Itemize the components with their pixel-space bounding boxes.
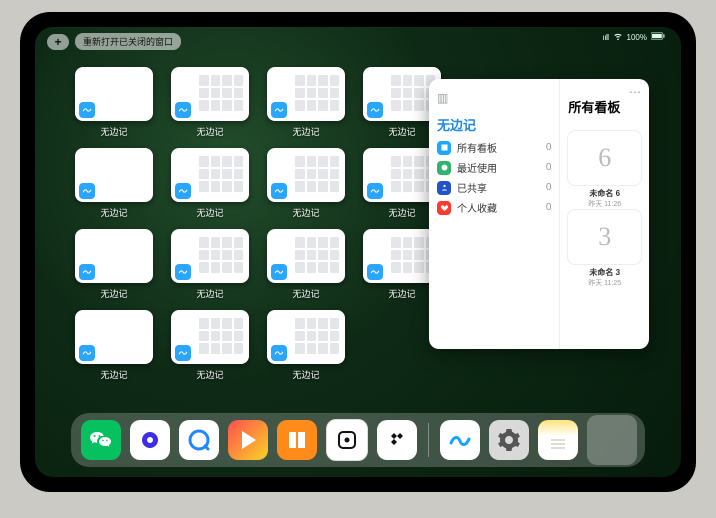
nav-count: 0	[546, 202, 552, 213]
status-bar: ııll 100%	[603, 31, 665, 43]
app-window-label: 无边记	[100, 125, 127, 138]
app-window-label: 无边记	[196, 125, 223, 138]
nav-label: 所有看板	[457, 140, 497, 155]
app-window-label: 无边记	[388, 206, 415, 219]
battery-text: 100%	[627, 33, 647, 42]
board-subtitle: 昨天 11:25	[588, 278, 621, 288]
app-window-label: 无边记	[100, 368, 127, 381]
dock-freeform-icon[interactable]	[440, 420, 480, 460]
app-window-label: 无边记	[292, 368, 319, 381]
freeform-icon	[271, 264, 287, 280]
freeform-sidebar: ▥ 无边记 所有看板 0 最近使用 0 已共享 0 个人收藏 0	[429, 79, 560, 349]
freeform-icon	[271, 102, 287, 118]
app-window-thumb[interactable]: 无边记	[171, 229, 249, 300]
app-window-label: 无边记	[388, 125, 415, 138]
app-switcher-grid: 无边记 无边记 无边记 无边记 无边记 无边记	[75, 67, 435, 381]
freeform-icon	[367, 183, 383, 199]
freeform-icon	[79, 345, 95, 361]
nav-label: 已共享	[457, 180, 487, 195]
freeform-icon	[79, 264, 95, 280]
freeform-icon	[367, 102, 383, 118]
app-window-thumb[interactable]: 无边记	[171, 148, 249, 219]
app-window-thumb[interactable]: 无边记	[75, 67, 153, 138]
app-window-thumb[interactable]: 无边记	[267, 67, 345, 138]
app-window-thumb[interactable]: 无边记	[171, 310, 249, 381]
dock	[71, 413, 645, 467]
board-title: 未命名 3	[589, 267, 620, 278]
app-window-label: 无边记	[100, 206, 127, 219]
sidebar-nav-item[interactable]: 已共享 0	[437, 180, 551, 195]
nav-icon	[437, 181, 451, 195]
ipad-screen: ııll 100% + 重新打开已关闭的窗口 无边记 无边记	[35, 27, 681, 477]
reopen-closed-window-button[interactable]: 重新打开已关闭的窗口	[75, 33, 181, 50]
freeform-icon	[175, 102, 191, 118]
dock-wechat-icon[interactable]	[81, 420, 121, 460]
ipad-device-frame: ııll 100% + 重新打开已关闭的窗口 无边记 无边记	[20, 12, 696, 492]
freeform-icon	[175, 345, 191, 361]
app-window-label: 无边记	[100, 287, 127, 300]
nav-label: 个人收藏	[457, 200, 497, 215]
nav-count: 0	[546, 142, 552, 153]
app-window-label: 无边记	[388, 287, 415, 300]
dock-qq-browser-icon[interactable]	[179, 420, 219, 460]
more-icon[interactable]: ⋯	[629, 85, 641, 99]
nav-icon	[437, 161, 451, 175]
app-window-label: 无边记	[196, 368, 223, 381]
nav-count: 0	[546, 182, 552, 193]
freeform-icon	[175, 264, 191, 280]
app-window-thumb[interactable]: 无边记	[75, 310, 153, 381]
dock-play-icon[interactable]	[228, 420, 268, 460]
dock-quark-icon[interactable]	[130, 420, 170, 460]
wifi-icon	[613, 31, 623, 43]
board-sketch: 6	[567, 130, 642, 186]
app-window-label: 无边记	[196, 287, 223, 300]
sidebar-nav-item[interactable]: 所有看板 0	[437, 140, 551, 155]
sidebar-nav-item[interactable]: 最近使用 0	[437, 160, 551, 175]
new-window-button[interactable]: +	[47, 34, 69, 50]
app-window-thumb[interactable]: 无边记	[267, 310, 345, 381]
window-topbar: + 重新打开已关闭的窗口	[47, 33, 181, 50]
nav-icon	[437, 141, 451, 155]
dock-separator	[428, 423, 429, 457]
nav-count: 0	[546, 162, 552, 173]
freeform-icon	[79, 102, 95, 118]
signal-icon: ııll	[603, 33, 609, 42]
freeform-panel: ▥ 无边记 所有看板 0 最近使用 0 已共享 0 个人收藏 0 ⋯ 所有看板 …	[429, 79, 649, 349]
dock-diamond-icon[interactable]	[377, 420, 417, 460]
app-window-label: 无边记	[292, 206, 319, 219]
board-subtitle: 昨天 11:26	[588, 199, 621, 209]
window-icon[interactable]: ▥	[437, 91, 448, 105]
freeform-icon	[367, 264, 383, 280]
freeform-icon	[271, 345, 287, 361]
board-item[interactable]: 3 未命名 3 昨天 11:25	[568, 209, 641, 288]
app-window-label: 无边记	[292, 125, 319, 138]
dock-dice-icon[interactable]	[326, 419, 368, 461]
battery-icon	[651, 32, 665, 42]
app-window-thumb[interactable]: 无边记	[267, 229, 345, 300]
dock-app-library-icon[interactable]	[587, 415, 637, 465]
app-window-label: 无边记	[292, 287, 319, 300]
freeform-boards-pane: ⋯ 所有看板 6 未命名 6 昨天 11:263 未命名 3 昨天 11:25	[560, 79, 649, 349]
freeform-icon	[271, 183, 287, 199]
board-title: 未命名 6	[589, 188, 620, 199]
dock-books-icon[interactable]	[277, 420, 317, 460]
freeform-sidebar-title: 无边记	[437, 115, 551, 134]
app-window-label: 无边记	[196, 206, 223, 219]
app-window-thumb[interactable]: 无边记	[171, 67, 249, 138]
app-window-thumb[interactable]: 无边记	[75, 148, 153, 219]
board-sketch: 3	[567, 209, 642, 265]
app-window-thumb[interactable]: 无边记	[267, 148, 345, 219]
freeform-boards-title: 所有看板	[568, 97, 641, 116]
board-item[interactable]: 6 未命名 6 昨天 11:26	[568, 130, 641, 209]
freeform-icon	[175, 183, 191, 199]
app-window-thumb[interactable]: 无边记	[75, 229, 153, 300]
dock-notes-icon[interactable]	[538, 420, 578, 460]
freeform-icon	[79, 183, 95, 199]
sidebar-nav-item[interactable]: 个人收藏 0	[437, 200, 551, 215]
nav-icon	[437, 201, 451, 215]
nav-label: 最近使用	[457, 160, 497, 175]
dock-settings-icon[interactable]	[489, 420, 529, 460]
